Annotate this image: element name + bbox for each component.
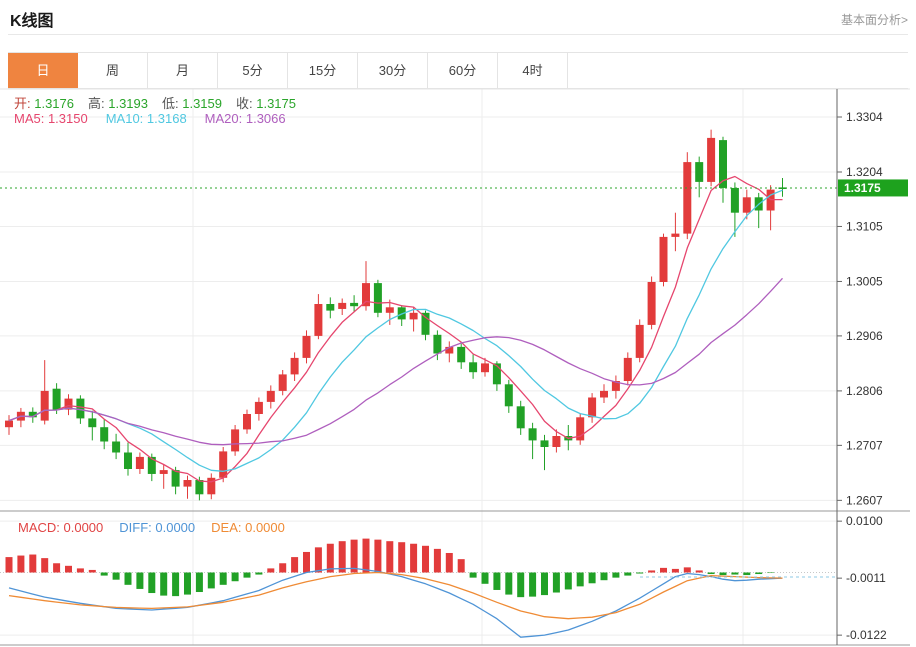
price-tick-label: 1.3204	[846, 165, 883, 179]
legend-item: 高: 1.3193	[88, 96, 148, 111]
price-tick-label: 1.3105	[846, 219, 883, 233]
candles-layer	[5, 130, 787, 501]
ma5-line	[9, 177, 783, 482]
ohlc-legend: 开: 1.3176 高: 1.3193 低: 1.3159 收: 1.3175	[14, 93, 310, 112]
legend-item: 开: 1.3176	[14, 96, 74, 111]
kline-widget: K线图 基本面分析> 日周月5分15分30分60分4时 1.33041.3204…	[0, 0, 916, 647]
legend-item: MACD: 0.0000	[18, 520, 103, 535]
macd-tick-label: -0.0011	[846, 571, 886, 585]
current-price-badge: 1.3175	[838, 179, 908, 196]
macd-tick-label: 0.0100	[846, 514, 883, 528]
legend-item: MA10: 1.3168	[106, 111, 187, 126]
legend-item: DIFF: 0.0000	[119, 520, 195, 535]
price-tick-label: 1.3005	[846, 274, 883, 288]
price-tick-label: 1.2607	[846, 493, 883, 507]
legend-item: MA5: 1.3150	[14, 111, 88, 126]
legend-item: 低: 1.3159	[162, 96, 222, 111]
current-price-value: 1.3175	[844, 181, 881, 195]
legend-item: 收: 1.3175	[236, 96, 296, 111]
ma-legend: MA5: 1.3150 MA10: 1.3168 MA20: 1.3066	[14, 111, 304, 126]
price-tick-label: 1.2906	[846, 329, 883, 343]
ma10-line	[9, 190, 783, 471]
price-tick-label: 1.3304	[846, 110, 883, 124]
price-tick-label: 1.2707	[846, 438, 883, 452]
macd-tick-label: -0.0122	[846, 628, 887, 642]
legend-item: DEA: 0.0000	[211, 520, 285, 535]
macd-histogram	[6, 539, 775, 598]
macd-legend: MACD: 0.0000 DIFF: 0.0000 DEA: 0.0000	[18, 520, 301, 535]
legend-item: MA20: 1.3066	[205, 111, 286, 126]
price-tick-label: 1.2806	[846, 384, 883, 398]
